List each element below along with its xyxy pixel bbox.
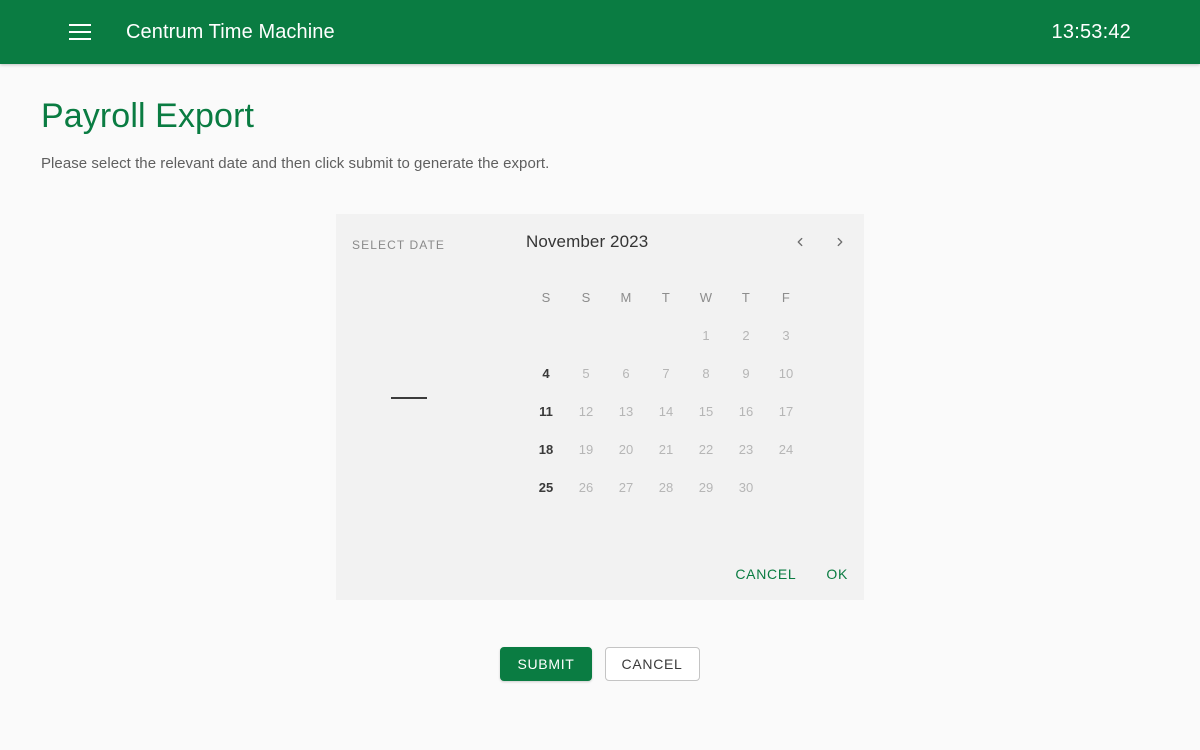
calendar-day-26: 26 bbox=[578, 479, 594, 495]
datepicker-card: SELECT DATE November 2023 SSMTWTF1234567… bbox=[336, 214, 864, 600]
calendar-weekday-header: T bbox=[741, 289, 751, 305]
select-date-label: SELECT DATE bbox=[352, 238, 446, 252]
calendar-day-11[interactable]: 11 bbox=[526, 392, 566, 430]
calendar-day-1: 1 bbox=[702, 327, 710, 343]
clock-display: 13:53:42 bbox=[1051, 20, 1131, 43]
datepicker-container: SELECT DATE November 2023 SSMTWTF1234567… bbox=[40, 214, 1160, 600]
page-content: Payroll Export Please select the relevan… bbox=[0, 97, 1200, 681]
calendar-day-14: 14 bbox=[658, 403, 674, 419]
calendar-day-10: 10 bbox=[778, 365, 794, 381]
calendar-day-25[interactable]: 25 bbox=[526, 468, 566, 506]
calendar-empty-cell bbox=[606, 316, 646, 354]
calendar-day-3: 3 bbox=[782, 327, 790, 343]
calendar-day-2: 2 bbox=[742, 327, 750, 343]
calendar-empty-cell bbox=[526, 316, 566, 354]
chevron-right-icon[interactable] bbox=[826, 228, 854, 256]
calendar-weekday-header: F bbox=[781, 289, 791, 305]
calendar-weekday-header: S bbox=[581, 289, 591, 305]
calendar-day-6: 6 bbox=[622, 365, 630, 381]
calendar-day-22: 22 bbox=[698, 441, 714, 457]
calendar-day-20: 20 bbox=[618, 441, 634, 457]
calendar-month-label: November 2023 bbox=[526, 232, 649, 251]
datepicker-cancel-button[interactable]: CANCEL bbox=[731, 560, 800, 588]
calendar-empty-cell bbox=[566, 316, 606, 354]
calendar-day-27: 27 bbox=[618, 479, 634, 495]
calendar-day-4[interactable]: 4 bbox=[526, 354, 566, 392]
hamburger-bar bbox=[69, 38, 91, 40]
calendar-day-7: 7 bbox=[662, 365, 670, 381]
page-subtitle: Please select the relevant date and then… bbox=[41, 155, 550, 172]
calendar-empty-cell bbox=[646, 316, 686, 354]
calendar-day-23: 23 bbox=[738, 441, 754, 457]
calendar-header: November 2023 bbox=[526, 214, 864, 270]
calendar-day-5: 5 bbox=[582, 365, 590, 381]
cancel-button[interactable]: CANCEL bbox=[604, 647, 700, 681]
form-actions: SUBMIT CANCEL bbox=[40, 647, 1160, 681]
datepicker-calendar: November 2023 S S M T W T F 1 2 3 4 5 6 7 8 9 10 11 12 13 14… bbox=[526, 214, 864, 600]
app-title: Centrum Time Machine bbox=[126, 20, 335, 43]
calendar-day-29: 29 bbox=[698, 479, 714, 495]
calendar-weekday-header: W bbox=[699, 289, 713, 305]
calendar-day-13: 13 bbox=[618, 403, 634, 419]
calendar-day-19: 19 bbox=[578, 441, 594, 457]
calendar-day-12: 12 bbox=[578, 403, 594, 419]
calendar-day-28: 28 bbox=[658, 479, 674, 495]
calendar-day-17: 17 bbox=[778, 403, 794, 419]
submit-button[interactable]: SUBMIT bbox=[500, 647, 592, 681]
calendar-day-18[interactable]: 18 bbox=[526, 430, 566, 468]
hamburger-menu-icon[interactable] bbox=[56, 8, 104, 56]
datepicker-ok-button[interactable]: OK bbox=[822, 560, 852, 588]
selected-date-placeholder bbox=[391, 397, 427, 399]
calendar-actions: CANCEL OK bbox=[731, 560, 852, 588]
calendar-weekday-header: M bbox=[620, 289, 632, 305]
page-title: Payroll Export bbox=[41, 97, 255, 135]
hamburger-bar bbox=[69, 24, 91, 26]
calendar-day-24: 24 bbox=[778, 441, 794, 457]
calendar-day-30: 30 bbox=[738, 479, 754, 495]
calendar-weekday-header: T bbox=[661, 289, 671, 305]
calendar-day-21: 21 bbox=[658, 441, 674, 457]
datepicker-side-panel: SELECT DATE bbox=[336, 214, 526, 600]
app-header: Centrum Time Machine 13:53:42 bbox=[0, 0, 1200, 64]
hamburger-bar bbox=[69, 31, 91, 33]
calendar-day-15: 15 bbox=[698, 403, 714, 419]
calendar-grid: S S M T W T F 1 2 3 4 5 6 7 8 9 10 11 12 13 14 15 16 17 18 19 20 21… bbox=[526, 278, 864, 506]
calendar-day-8: 8 bbox=[702, 365, 710, 381]
calendar-weekday-header: S bbox=[541, 289, 551, 305]
chevron-left-icon[interactable] bbox=[786, 228, 814, 256]
calendar-day-9: 9 bbox=[742, 365, 750, 381]
calendar-day-16: 16 bbox=[738, 403, 754, 419]
